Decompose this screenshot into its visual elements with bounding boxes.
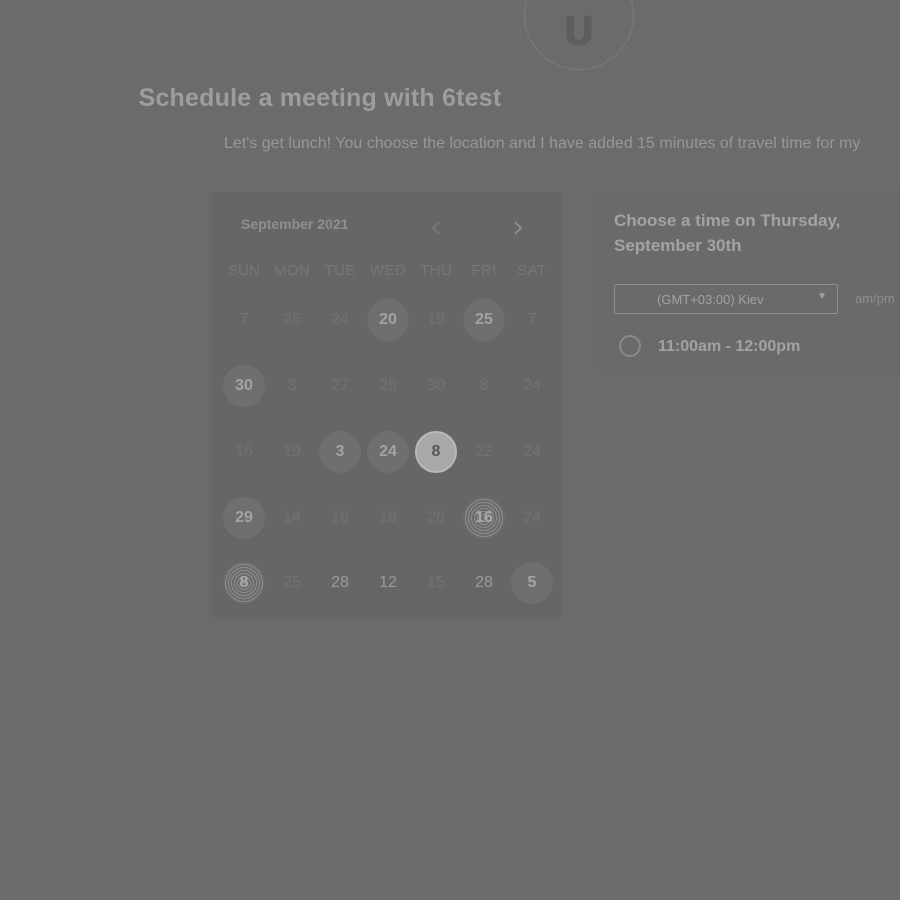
time-slot-label[interactable]: 11:00am - 12:00pm — [658, 338, 800, 356]
calendar-day: 7 — [527, 311, 537, 328]
calendar-day[interactable]: 12 — [367, 562, 409, 604]
calendar-day: 28 — [379, 377, 397, 394]
calendar-day: 7 — [239, 311, 249, 328]
calendar-day[interactable]: 20 — [367, 299, 409, 341]
scheduling-page: U Schedule a meeting with 6test Let's ge… — [0, 0, 900, 900]
weekday-header: SAT — [517, 262, 547, 279]
page-subtitle: Let's get lunch! You choose the location… — [224, 135, 861, 152]
calendar-day: 19 — [427, 311, 445, 328]
calendar: September 2021 SUN MON TUE WED THU FRI SAT 7 26 2… — [212, 192, 562, 617]
time-slot-radio[interactable] — [619, 335, 641, 357]
calendar-day[interactable]: 24 — [367, 431, 409, 473]
calendar-day: 24 — [523, 509, 541, 526]
calendar-day[interactable]: 28 — [463, 562, 505, 604]
calendar-day[interactable]: 30 — [223, 365, 265, 407]
calendar-day: 19 — [283, 443, 301, 460]
calendar-day: 18 — [379, 509, 397, 526]
time-picker-heading: Choose a time on Thursday, September 30t… — [614, 211, 841, 255]
calendar-day: 30 — [427, 377, 445, 394]
calendar-day: 16 — [235, 443, 253, 460]
timezone-value: (GMT+03:00) Kiev — [657, 292, 764, 307]
time-picker-panel: Choose a time on Thursday, September 30t… — [598, 192, 900, 372]
avatar: U — [524, 0, 634, 70]
calendar-day[interactable]: 8 — [415, 431, 457, 473]
calendar-day: 26 — [283, 311, 301, 328]
chevron-left-icon[interactable] — [427, 218, 447, 238]
calendar-month-label: September 2021 — [241, 216, 349, 232]
timezone-select[interactable]: (GMT+03:00) Kiev ▼ — [614, 284, 838, 314]
calendar-day[interactable]: 8 — [223, 562, 265, 604]
calendar-day: 26 — [427, 509, 445, 526]
page-title-wrap: Schedule a meeting with 6test — [0, 84, 900, 113]
calendar-day[interactable]: 5 — [511, 562, 553, 604]
calendar-day: 3 — [287, 377, 297, 394]
calendar-day: 27 — [331, 377, 349, 394]
calendar-day: 16 — [331, 509, 349, 526]
calendar-day: 24 — [523, 377, 541, 394]
calendar-day: 24 — [331, 311, 349, 328]
calendar-day[interactable]: 16 — [463, 497, 505, 539]
calendar-day[interactable]: 25 — [463, 299, 505, 341]
weekday-header: THU — [420, 262, 452, 279]
weekday-header: TUE — [324, 262, 356, 279]
weekday-header: SUN — [227, 262, 261, 279]
caret-down-icon: ▼ — [817, 291, 827, 302]
weekday-header: WED — [370, 262, 406, 279]
calendar-day: 8 — [479, 377, 489, 394]
weekday-header: FRI — [471, 262, 497, 279]
calendar-day: 22 — [475, 443, 493, 460]
chevron-right-icon[interactable] — [507, 218, 527, 238]
calendar-day[interactable]: 29 — [223, 497, 265, 539]
calendar-day[interactable]: 28 — [319, 562, 361, 604]
calendar-day: 25 — [283, 574, 301, 591]
weekday-header: MON — [274, 262, 310, 279]
page-title: Schedule a meeting with 6test — [138, 84, 502, 112]
calendar-day: 24 — [523, 443, 541, 460]
time-format-toggle[interactable]: am/pm — [855, 291, 895, 306]
calendar-day: 14 — [283, 509, 301, 526]
avatar-letter: U — [562, 9, 596, 55]
calendar-day[interactable]: 3 — [319, 431, 361, 473]
calendar-day: 15 — [427, 574, 445, 591]
